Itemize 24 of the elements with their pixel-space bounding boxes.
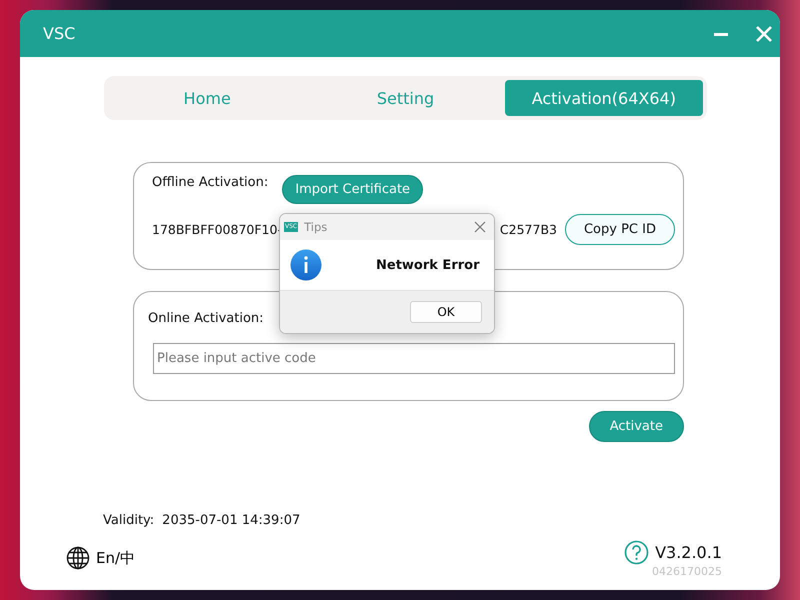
window-title: VSC — [43, 24, 76, 43]
offline-activation-label: Offline Activation: — [152, 175, 268, 190]
help-icon[interactable] — [624, 540, 650, 565]
ok-button[interactable]: OK — [410, 301, 482, 323]
close-icon[interactable] — [474, 221, 486, 233]
import-certificate-button[interactable]: Import Certificate — [282, 175, 424, 204]
active-code-field[interactable]: Please input active code — [153, 343, 675, 374]
version-text: V3.2.0.1 — [655, 543, 722, 562]
info-icon — [290, 249, 322, 281]
tab[interactable]: Activation(64X64) — [504, 80, 703, 116]
language-toggle[interactable]: En/中 — [96, 548, 136, 568]
pc-id-text: 178BFBFF00870F10- — [152, 222, 282, 237]
build-number: 0426170025 — [652, 565, 722, 578]
copy-pc-id-button[interactable]: Copy PC ID — [564, 214, 675, 245]
tab[interactable]: Setting — [306, 80, 505, 116]
dialog-title: Tips — [304, 220, 328, 234]
online-activation-label: Online Activation: — [148, 311, 264, 326]
pc-id-text: C2577B3 — [500, 222, 557, 237]
validity-label: Validity: — [103, 513, 154, 528]
globe-icon[interactable] — [66, 546, 90, 570]
error-message: Network Error — [376, 258, 480, 272]
activate-button[interactable]: Activate — [588, 411, 684, 442]
validity-date: 2035-07-01 14:39:07 — [162, 513, 300, 528]
tab[interactable]: Home — [108, 80, 306, 116]
